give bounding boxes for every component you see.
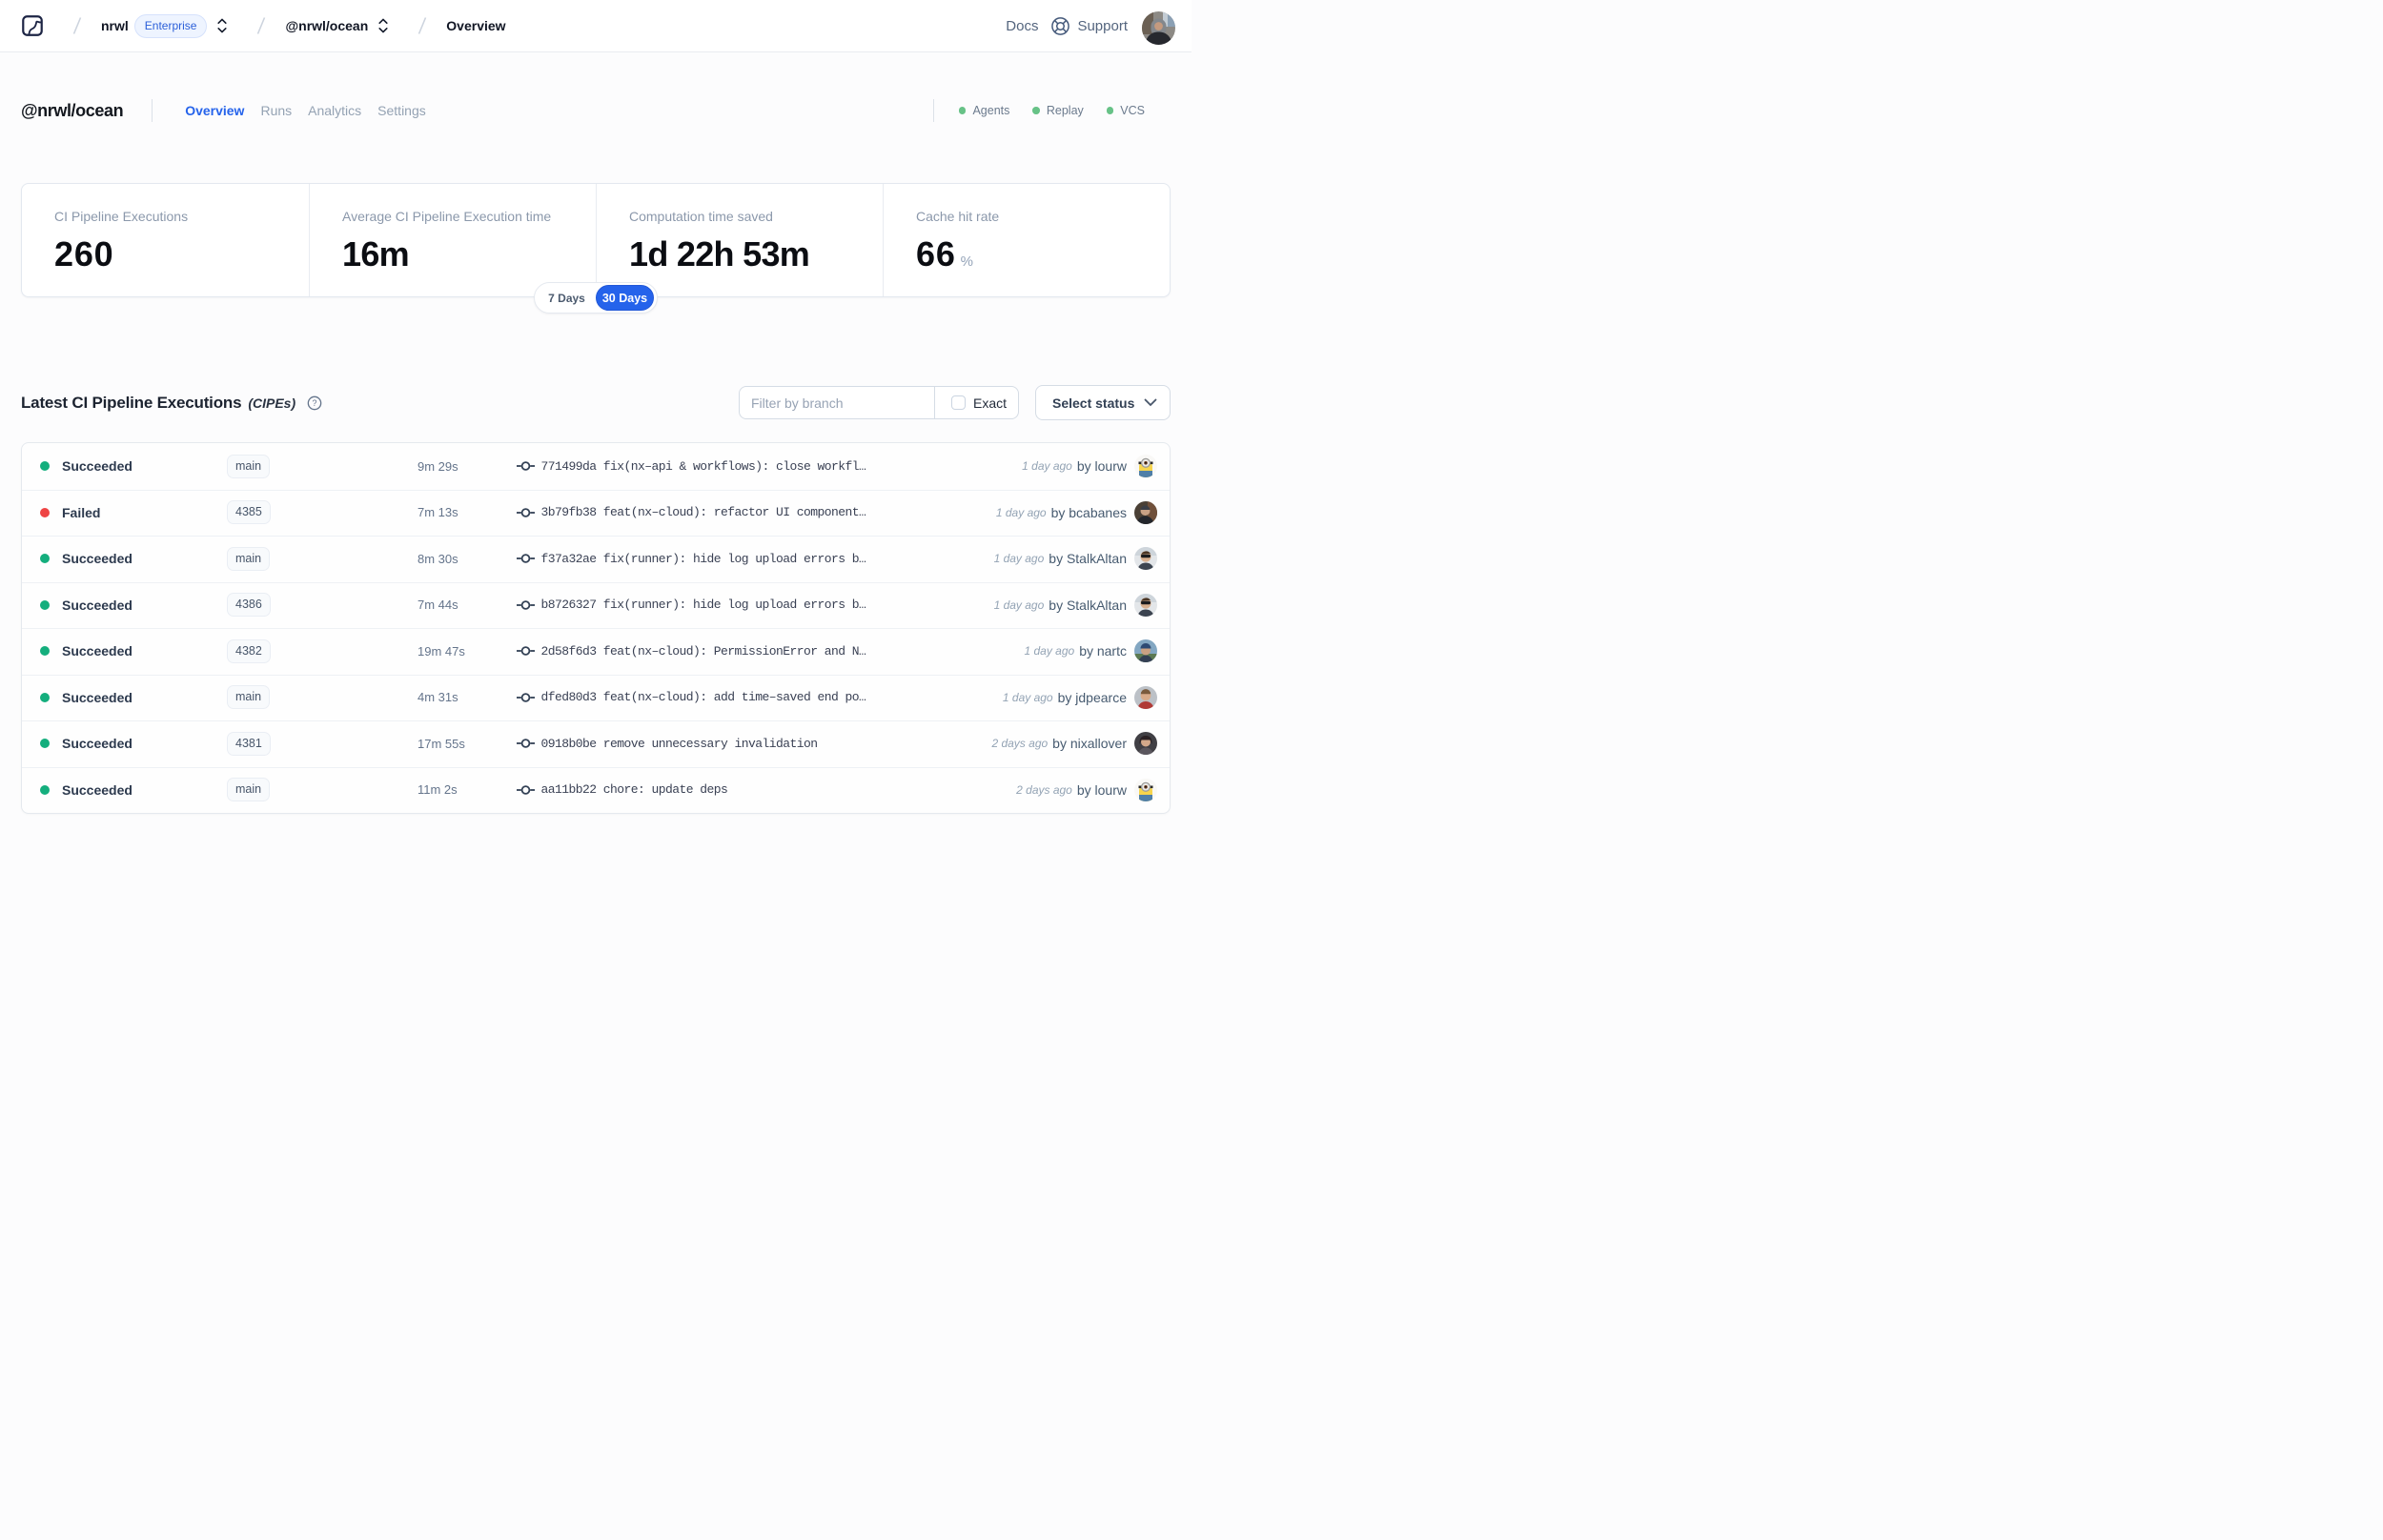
svg-text:?: ? (313, 398, 317, 408)
